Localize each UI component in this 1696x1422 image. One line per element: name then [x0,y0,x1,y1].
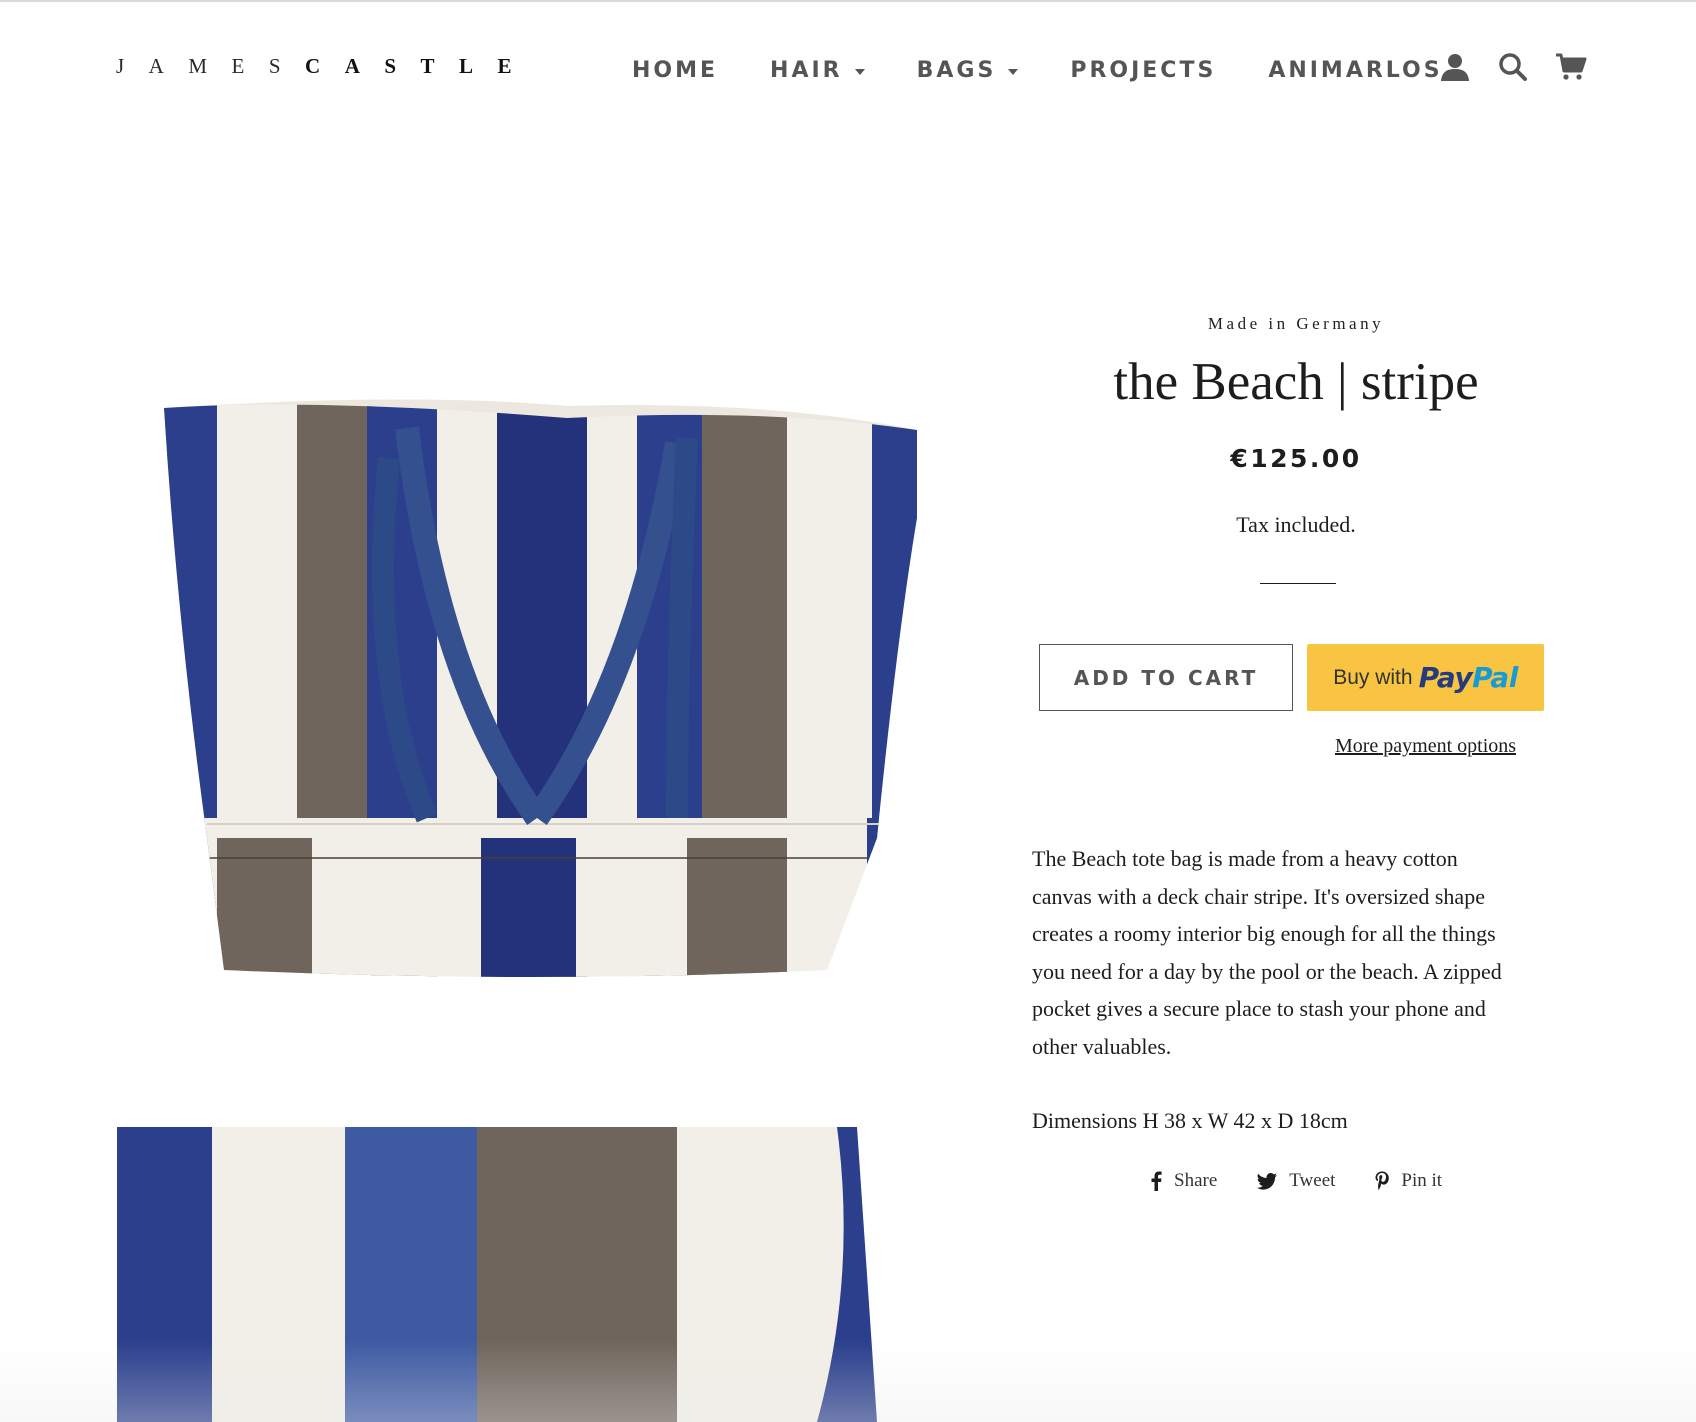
paypal-logo-pal: Pal [1472,661,1518,694]
share-facebook-label: Share [1174,1170,1218,1191]
paypal-prefix: Buy with [1333,665,1413,689]
account-icon[interactable] [1438,50,1472,84]
nav-animarlos-label: ANIMARLOS [1268,58,1443,83]
more-payment-options-link[interactable]: More payment options [1307,735,1544,758]
product-vendor: Made in Germany [1207,314,1385,333]
product-dimensions: Dimensions H 38 x W 42 x D 18cm [1032,1108,1348,1133]
cart-icon[interactable] [1554,50,1588,84]
nav-hair[interactable]: HAIR [770,58,865,83]
divider [1260,583,1336,584]
twitter-icon [1257,1172,1278,1190]
nav-projects-label: PROJECTS [1070,58,1217,83]
nav-hair-label: HAIR [770,58,843,83]
chevron-down-icon [854,68,865,75]
paypal-logo-pay: Pay [1418,661,1473,694]
header-icons [1438,50,1588,84]
facebook-icon [1151,1171,1162,1191]
paypal-button[interactable]: Buy with Pay Pal [1307,644,1544,711]
site-logo[interactable]: JAMES CASTLE [116,54,536,79]
stripe-closeup [117,1127,895,1422]
tax-note: Tax included. [1236,512,1356,537]
nav-animarlos[interactable]: ANIMARLOS [1268,58,1442,83]
social-share: Share Tweet Pin it [1150,1170,1482,1192]
description-line: you need for a day by the pool or the be… [1032,958,1502,984]
description-line: creates a roomy interior big enough for … [1032,921,1496,946]
share-pinterest-label: Pin it [1401,1170,1443,1191]
description-line: other valuables. [1032,1033,1172,1059]
description-line: canvas with a deck chair stripe. It's ov… [1032,883,1485,909]
search-icon[interactable] [1496,50,1530,84]
pinterest-icon [1375,1171,1390,1190]
top-border [0,0,1696,2]
main-nav: HOME HAIR BAGS PROJECTS ANIMARLOS [632,58,1443,83]
share-twitter[interactable]: Tweet [1257,1170,1335,1192]
nav-bags[interactable]: BAGS [917,58,1019,83]
nav-projects[interactable]: PROJECTS [1070,58,1216,83]
tote-bag-illustration [164,399,917,977]
nav-bags-label: BAGS [916,58,997,83]
description-line: pocket gives a secure place to stash you… [1032,996,1486,1021]
description-line: The Beach tote bag is made from a heavy … [1032,846,1458,871]
product-image-main[interactable] [117,258,963,1104]
add-to-cart-button[interactable]: ADD TO CART [1039,644,1293,711]
logo-word-james: JAMES [116,54,306,78]
share-facebook[interactable]: Share [1150,1170,1217,1192]
logo-word-castle: CASTLE [305,54,537,78]
product-description: The Beach tote bag is made from a heavy … [1032,840,1562,1065]
nav-home-label: HOME [632,58,719,83]
nav-home[interactable]: HOME [632,58,718,83]
share-pinterest[interactable]: Pin it [1375,1170,1442,1192]
product-image-detail[interactable] [117,1127,895,1422]
product-title: the Beach | stripe [1113,353,1479,411]
chevron-down-icon [1008,68,1019,75]
share-twitter-label: Tweet [1289,1170,1336,1191]
product-price: €125.00 [1230,444,1362,473]
